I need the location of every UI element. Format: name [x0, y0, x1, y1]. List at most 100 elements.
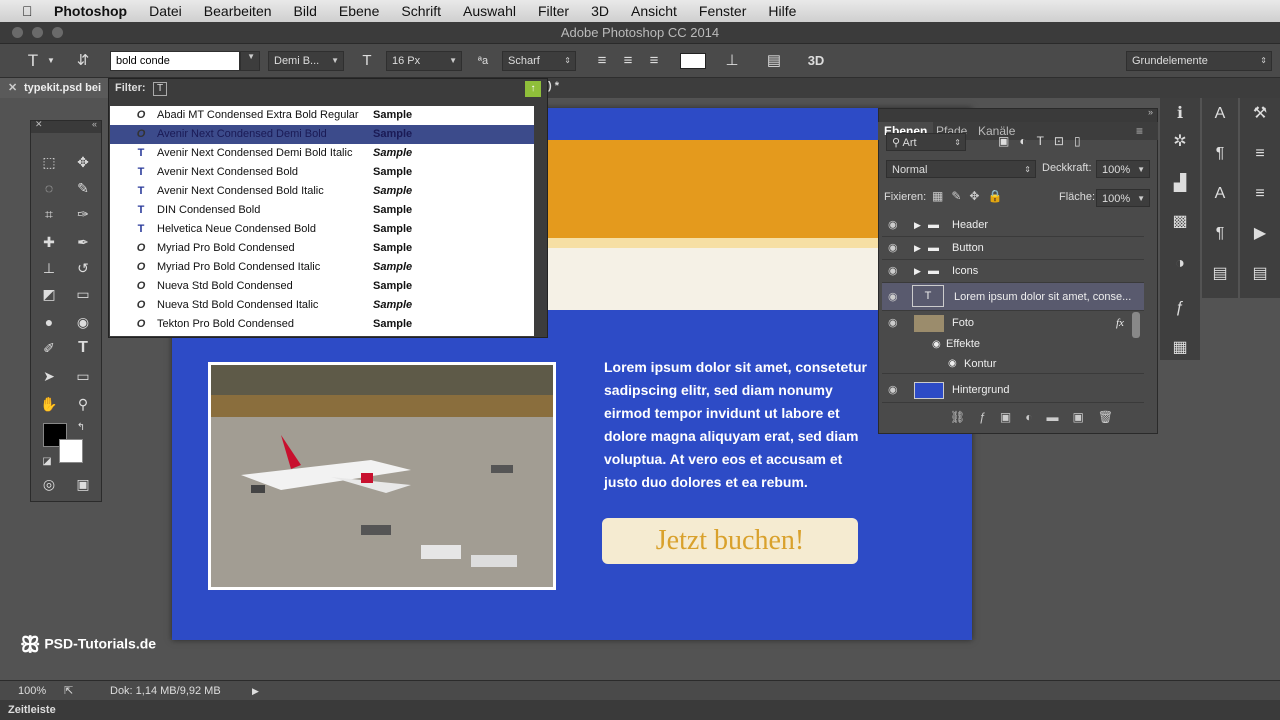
tool-preset-chevron-icon[interactable]: ▼: [44, 51, 58, 71]
layer-row[interactable]: ◉ ▶ ▬ Icons: [882, 260, 1144, 283]
actions-play-icon[interactable]: ▶: [1246, 222, 1274, 246]
font-list-item[interactable]: O Avenir Next Condensed Demi Bold Sample: [110, 125, 534, 144]
font-list-item[interactable]: T Avenir Next Condensed Bold Sample: [110, 163, 534, 182]
layer-row[interactable]: ◉ T Lorem ipsum dolor sit amet, conse...: [882, 283, 1144, 311]
brush-tool-icon[interactable]: ✒: [71, 231, 95, 253]
expand-group-icon[interactable]: ▶: [914, 237, 921, 260]
type-tool-icon[interactable]: T: [22, 51, 44, 71]
type-tool-icon[interactable]: T: [71, 337, 95, 359]
rectangle-tool-icon[interactable]: ▭: [71, 365, 95, 387]
font-list-item[interactable]: O Nueva Std Bold Condensed Italic Sample: [110, 296, 534, 315]
layer-fx-icon[interactable]: fx: [1116, 312, 1124, 335]
properties-icon[interactable]: ▩: [1166, 210, 1194, 234]
character-panel-icon[interactable]: ▤: [764, 51, 784, 71]
layer-effect-row[interactable]: ◉ Kontur: [882, 354, 1144, 374]
font-list-item[interactable]: T Helvetica Neue Condensed Bold Sample: [110, 220, 534, 239]
font-list-item[interactable]: T DIN Condensed Bold Sample: [110, 201, 534, 220]
path-select-tool-icon[interactable]: ➤: [37, 365, 61, 387]
character-styles-icon[interactable]: A: [1206, 182, 1234, 206]
color-icon[interactable]: ◑: [1166, 252, 1194, 276]
visibility-eye-icon[interactable]: ◉: [888, 260, 898, 283]
blur-tool-icon[interactable]: ●: [37, 311, 61, 333]
clone-source-icon[interactable]: ≡: [1246, 182, 1274, 206]
toggle-orientation-icon[interactable]: ⇵: [72, 51, 94, 71]
menu-bild[interactable]: Bild: [294, 3, 317, 19]
minimize-window-button[interactable]: [32, 27, 43, 38]
menu-auswahl[interactable]: Auswahl: [463, 3, 516, 19]
blend-mode-select[interactable]: Normal ⇕: [886, 160, 1036, 178]
marquee-tool-icon[interactable]: ⬚: [37, 151, 61, 173]
stamp-tool-icon[interactable]: ⊥: [37, 257, 61, 279]
align-right-icon[interactable]: ≡: [644, 51, 664, 71]
text-color-swatch[interactable]: [680, 53, 706, 69]
close-window-button[interactable]: [12, 27, 23, 38]
info-icon[interactable]: ℹ: [1166, 102, 1194, 126]
hand-tool-icon[interactable]: ✋: [37, 393, 61, 415]
font-size-select[interactable]: 16 Px ▼: [386, 51, 462, 71]
antialias-select[interactable]: Scharf ⇕: [502, 51, 576, 71]
character-icon[interactable]: A: [1206, 102, 1234, 126]
visibility-eye-icon[interactable]: ◉: [932, 335, 941, 354]
quick-mask-icon[interactable]: ◎: [37, 473, 61, 495]
styles-icon[interactable]: ƒ: [1166, 296, 1194, 320]
visibility-eye-icon[interactable]: ◉: [948, 354, 957, 374]
layer-row[interactable]: ◉ Hintergrund: [882, 378, 1144, 403]
visibility-eye-icon[interactable]: ◉: [888, 237, 898, 260]
menu-bearbeiten[interactable]: Bearbeiten: [204, 3, 272, 19]
opacity-input[interactable]: 100% ▼: [1096, 160, 1150, 178]
apple-icon[interactable]: : [22, 3, 40, 19]
toolbox-header[interactable]: ✕ «: [31, 119, 101, 133]
font-list-item[interactable]: T Avenir Next Condensed Demi Bold Italic S…: [110, 144, 534, 163]
typekit-filter-icon[interactable]: T: [153, 82, 167, 96]
menu-schrift[interactable]: Schrift: [401, 3, 441, 19]
font-list-item[interactable]: O Tekton Pro Bold Condensed Sample: [110, 315, 534, 334]
visibility-eye-icon[interactable]: ◉: [888, 214, 898, 237]
export-icon[interactable]: ⇱: [64, 681, 73, 701]
history-brush-tool-icon[interactable]: ↺: [71, 257, 95, 279]
zoom-tool-icon[interactable]: ⚲: [71, 393, 95, 415]
adjustments-icon[interactable]: ✲: [1166, 130, 1194, 154]
panel-menu-icon[interactable]: ≡: [1136, 122, 1143, 140]
sync-typekit-icon[interactable]: ↑: [525, 81, 541, 97]
warp-text-icon[interactable]: ⊥: [722, 51, 742, 71]
workspace-select[interactable]: Grundelemente ⇕: [1126, 51, 1272, 71]
paragraph-styles-icon[interactable]: ¶: [1206, 222, 1234, 246]
gradient-tool-icon[interactable]: ▭: [71, 283, 95, 305]
menu-filter[interactable]: Filter: [538, 3, 569, 19]
screen-mode-icon[interactable]: ▣: [71, 473, 95, 495]
background-color-swatch[interactable]: [59, 439, 83, 463]
align-left-icon[interactable]: ≡: [592, 51, 612, 71]
status-menu-arrow-icon[interactable]: ▶: [252, 681, 259, 701]
layer-comps-icon[interactable]: ▤: [1206, 262, 1234, 286]
notes-icon[interactable]: ▤: [1246, 262, 1274, 286]
3d-button[interactable]: 3D: [804, 51, 828, 71]
close-tab-icon[interactable]: ✕: [8, 78, 17, 98]
swatches-icon[interactable]: ▦: [1166, 336, 1194, 360]
histogram-icon[interactable]: ▟: [1166, 172, 1194, 196]
layer-filter-icons[interactable]: ▣◐T⊡▯: [998, 134, 1091, 148]
expand-group-icon[interactable]: ▶: [914, 214, 921, 237]
menu-datei[interactable]: Datei: [149, 3, 182, 19]
layer-row[interactable]: ◉ ▶ ▬ Header: [882, 214, 1144, 237]
layer-row[interactable]: ◉ ▶ ▬ Button: [882, 237, 1144, 260]
lasso-tool-icon[interactable]: ◌: [37, 177, 61, 199]
menu-hilfe[interactable]: Hilfe: [768, 3, 796, 19]
align-center-icon[interactable]: ≡: [618, 51, 638, 71]
font-list-item[interactable]: O Myriad Pro Bold Condensed Italic Sample: [110, 258, 534, 277]
layer-kind-filter[interactable]: ⚲ Art ⇕: [886, 133, 966, 151]
eyedropper-tool-icon[interactable]: ✑: [71, 203, 95, 225]
document-tab[interactable]: ✕ typekit.psd bei: [0, 78, 110, 98]
font-family-input[interactable]: bold conde: [110, 51, 240, 71]
zoom-window-button[interactable]: [52, 27, 63, 38]
cta-button[interactable]: Jetzt buchen!: [602, 518, 858, 564]
close-panel-icon[interactable]: ✕: [35, 119, 43, 130]
tool-presets-icon[interactable]: ⚒: [1246, 102, 1274, 126]
layers-scrollbar[interactable]: [1132, 312, 1140, 338]
visibility-eye-icon[interactable]: ◉: [888, 312, 898, 335]
layer-actions-bar[interactable]: ⛓ƒ▣◐▬▣🗑: [950, 410, 1127, 424]
font-style-select[interactable]: Demi B... ▼: [268, 51, 344, 71]
default-colors-icon[interactable]: ◪: [35, 451, 59, 473]
layer-row[interactable]: ◉ Foto fx: [882, 312, 1144, 335]
menu-fenster[interactable]: Fenster: [699, 3, 746, 19]
menu-app[interactable]: Photoshop: [54, 3, 127, 19]
